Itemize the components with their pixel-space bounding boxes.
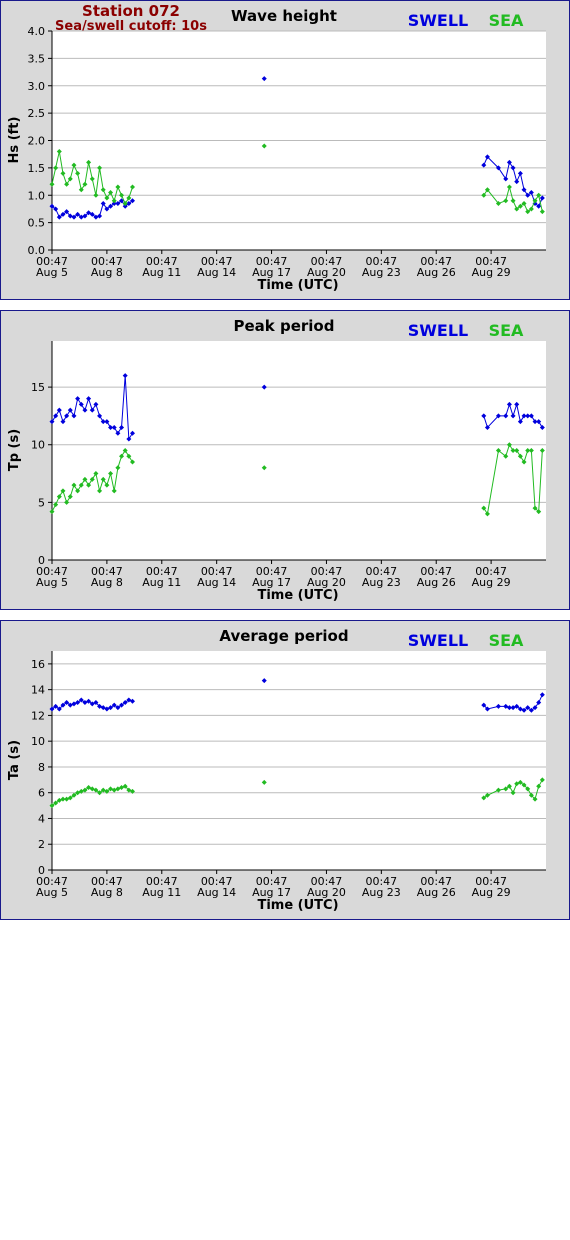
x-tick-date: Aug 26 <box>417 576 456 589</box>
y-tick-label: 1.0 <box>28 189 46 202</box>
x-tick-date: Aug 29 <box>472 266 511 279</box>
plot-area: 0.00.51.01.52.02.53.03.54.000:47Aug 500:… <box>28 25 546 279</box>
legend-sea: SEA <box>489 631 524 650</box>
x-tick-date: Aug 26 <box>417 886 456 899</box>
y-axis-label: Tp (s) <box>7 429 22 471</box>
average-period-panel: Average period SWELL SEA Ta (s) Time (UT… <box>0 620 570 920</box>
x-tick-date: Aug 23 <box>362 576 401 589</box>
x-tick-date: Aug 29 <box>472 886 511 899</box>
plot-background <box>52 651 546 870</box>
x-tick-date: Aug 5 <box>36 576 68 589</box>
y-tick-label: 1.5 <box>28 162 46 175</box>
legend-sea: SEA <box>489 321 524 340</box>
x-tick-date: Aug 5 <box>36 886 68 899</box>
x-axis-label: Time (UTC) <box>257 898 338 913</box>
chart-title: Peak period <box>234 317 335 335</box>
y-tick-label: 8 <box>38 761 45 774</box>
plot-area: 05101500:47Aug 500:47Aug 800:47Aug 1100:… <box>31 341 546 589</box>
y-tick-label: 2.0 <box>28 135 46 148</box>
y-tick-label: 2.5 <box>28 107 46 120</box>
station-label: Station 072 <box>82 2 180 20</box>
x-tick-date: Aug 11 <box>142 576 181 589</box>
y-tick-label: 12 <box>31 709 45 722</box>
x-tick-date: Aug 29 <box>472 576 511 589</box>
y-tick-label: 5 <box>38 496 45 509</box>
x-tick-date: Aug 17 <box>252 266 291 279</box>
x-tick-date: Aug 14 <box>197 576 236 589</box>
plot-area: 024681012141600:47Aug 500:47Aug 800:47Au… <box>31 651 546 899</box>
x-tick-date: Aug 17 <box>252 576 291 589</box>
y-tick-label: 15 <box>31 381 45 394</box>
peak-period-panel: Peak period SWELL SEA Tp (s) Time (UTC) … <box>0 310 570 610</box>
y-axis-label: Hs (ft) <box>7 117 22 164</box>
x-tick-date: Aug 5 <box>36 266 68 279</box>
x-axis-label: Time (UTC) <box>257 278 338 293</box>
x-tick-date: Aug 26 <box>417 266 456 279</box>
average-period-chart: Average period SWELL SEA Ta (s) Time (UT… <box>7 627 546 913</box>
legend-swell: SWELL <box>408 631 469 650</box>
x-tick-date: Aug 23 <box>362 886 401 899</box>
y-tick-label: 3.5 <box>28 52 46 65</box>
wave-height-panel: Station 072 Sea/swell cutoff: 10s Wave h… <box>0 0 570 300</box>
y-tick-label: 14 <box>31 684 45 697</box>
x-tick-date: Aug 11 <box>142 886 181 899</box>
x-tick-date: Aug 20 <box>307 266 346 279</box>
y-tick-label: 10 <box>31 439 45 452</box>
x-tick-date: Aug 8 <box>91 266 123 279</box>
y-tick-label: 4 <box>38 812 45 825</box>
x-tick-date: Aug 11 <box>142 266 181 279</box>
y-tick-label: 4.0 <box>28 25 46 38</box>
legend-swell: SWELL <box>408 11 469 30</box>
y-tick-label: 0.5 <box>28 217 46 230</box>
y-tick-label: 2 <box>38 838 45 851</box>
x-tick-date: Aug 8 <box>91 886 123 899</box>
x-tick-date: Aug 14 <box>197 266 236 279</box>
y-tick-label: 3.0 <box>28 80 46 93</box>
x-tick-date: Aug 20 <box>307 886 346 899</box>
peak-period-chart: Peak period SWELL SEA Tp (s) Time (UTC) … <box>7 317 546 603</box>
x-tick-date: Aug 20 <box>307 576 346 589</box>
y-tick-label: 6 <box>38 787 45 800</box>
chart-title: Average period <box>219 627 348 645</box>
y-tick-label: 16 <box>31 658 45 671</box>
x-tick-date: Aug 17 <box>252 886 291 899</box>
x-tick-date: Aug 8 <box>91 576 123 589</box>
legend-swell: SWELL <box>408 321 469 340</box>
y-tick-label: 10 <box>31 735 45 748</box>
x-tick-date: Aug 23 <box>362 266 401 279</box>
y-axis-label: Ta (s) <box>7 740 22 780</box>
wave-height-chart: Station 072 Sea/swell cutoff: 10s Wave h… <box>7 2 546 293</box>
chart-title: Wave height <box>231 7 337 25</box>
x-tick-date: Aug 14 <box>197 886 236 899</box>
x-axis-label: Time (UTC) <box>257 588 338 603</box>
legend-sea: SEA <box>489 11 524 30</box>
